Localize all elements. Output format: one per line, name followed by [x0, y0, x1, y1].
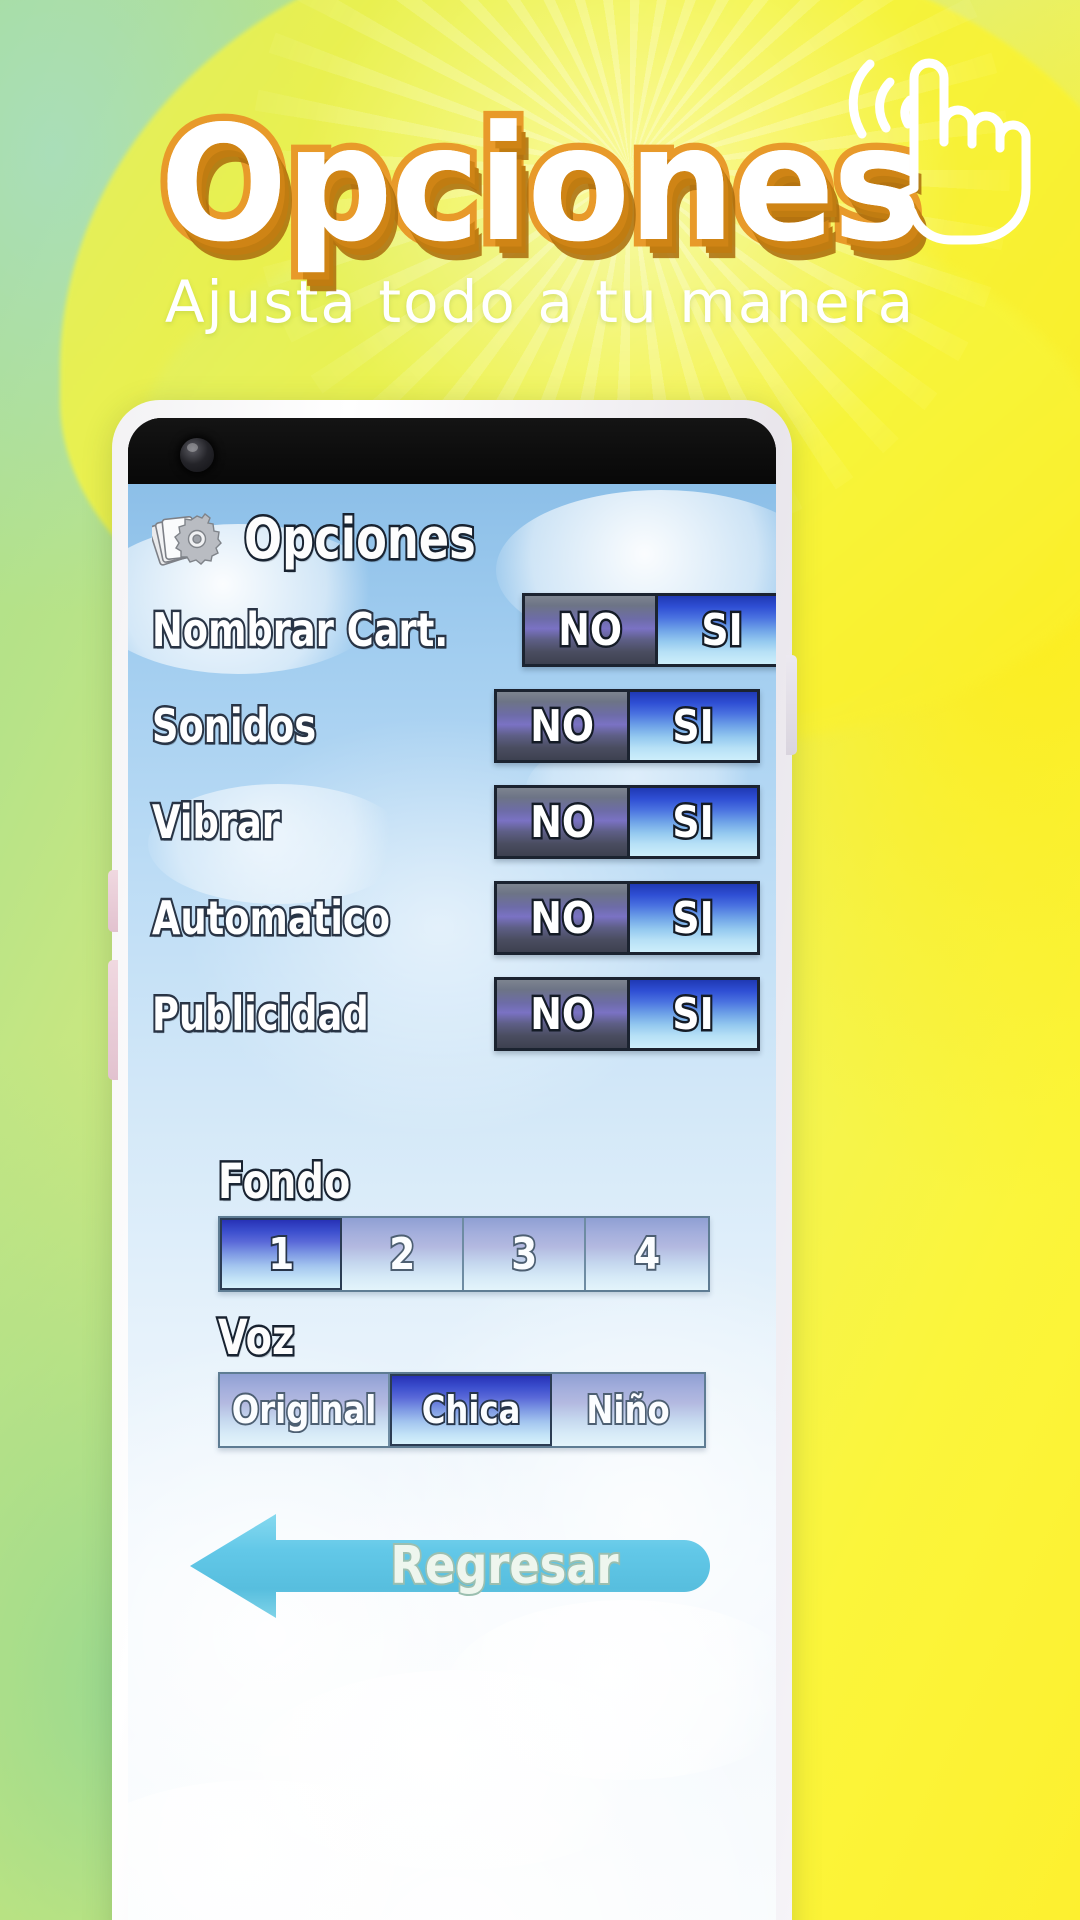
fondo-section: Fondo 1 2 3 4: [144, 1152, 760, 1292]
toggle-si-button[interactable]: SI: [627, 788, 757, 856]
option-row-nombrar-cart: Nombrar Cart. NO SI: [150, 582, 776, 678]
fondo-option-3[interactable]: 3: [464, 1218, 586, 1290]
fondo-option-1[interactable]: 1: [220, 1218, 342, 1290]
app-title: Opciones: [242, 504, 478, 574]
toggle-no-button[interactable]: NO: [525, 596, 656, 664]
option-row-publicidad: Publicidad NO SI: [150, 966, 760, 1062]
options-list: Nombrar Cart. NO SI Sonidos NO SI Vibrar…: [144, 578, 776, 1062]
phone-mockup: Opciones Nombrar Cart. NO SI Sonidos NO …: [108, 400, 797, 1920]
toggle-vibrar[interactable]: NO SI: [494, 785, 760, 859]
app-header: Opciones: [144, 484, 760, 578]
voz-option-chica[interactable]: Chica: [390, 1374, 552, 1446]
fondo-option-4[interactable]: 4: [586, 1218, 708, 1290]
phone-side-button-right: [786, 655, 797, 755]
option-row-sonidos: Sonidos NO SI: [150, 678, 760, 774]
app-viewport: Opciones Nombrar Cart. NO SI Sonidos NO …: [128, 484, 776, 1920]
back-button[interactable]: Regresar: [184, 1510, 744, 1622]
toggle-si-button[interactable]: SI: [627, 884, 757, 952]
option-label: Automatico: [150, 889, 392, 948]
option-label: Publicidad: [150, 985, 371, 1044]
toggle-no-button[interactable]: NO: [497, 788, 627, 856]
fondo-section-title: Fondo: [216, 1152, 352, 1213]
fondo-options: 1 2 3 4: [218, 1216, 710, 1292]
toggle-publicidad[interactable]: NO SI: [494, 977, 760, 1051]
voz-section-title: Voz: [216, 1308, 296, 1369]
cloud-decoration: [446, 1600, 776, 1780]
arrow-left-icon: [190, 1514, 710, 1618]
option-label: Nombrar Cart.: [150, 601, 450, 660]
toggle-si-button[interactable]: SI: [627, 980, 757, 1048]
toggle-no-button[interactable]: NO: [497, 980, 627, 1048]
toggle-no-button[interactable]: NO: [497, 884, 627, 952]
back-button-wrap: Regresar: [144, 1510, 760, 1622]
phone-screen: Opciones Nombrar Cart. NO SI Sonidos NO …: [128, 418, 776, 1920]
option-row-automatico: Automatico NO SI: [150, 870, 760, 966]
phone-status-bar: [128, 418, 776, 484]
toggle-automatico[interactable]: NO SI: [494, 881, 760, 955]
voz-option-nino[interactable]: Niño: [552, 1374, 704, 1446]
option-label: Sonidos: [150, 697, 318, 756]
toggle-no-button[interactable]: NO: [497, 692, 627, 760]
voz-options: Original Chica Niño: [218, 1372, 706, 1448]
option-row-vibrar: Vibrar NO SI: [150, 774, 760, 870]
toggle-si-button[interactable]: SI: [627, 692, 757, 760]
option-label: Vibrar: [150, 793, 282, 852]
cloud-decoration: [248, 1670, 668, 1870]
tap-hand-icon: [818, 38, 1038, 248]
toggle-sonidos[interactable]: NO SI: [494, 689, 760, 763]
voz-section: Voz Original Chica Niño: [144, 1308, 760, 1448]
phone-side-button-bottom: [108, 960, 118, 1080]
promo-subtitle: Ajusta todo a tu manera: [164, 268, 916, 336]
phone-camera-icon: [180, 438, 214, 472]
toggle-nombrar-cart[interactable]: NO SI: [522, 593, 776, 667]
phone-side-button-top: [108, 870, 118, 932]
fondo-option-2[interactable]: 2: [342, 1218, 464, 1290]
toggle-si-button[interactable]: SI: [655, 596, 776, 664]
cards-gear-icon: [148, 506, 230, 572]
voz-option-original[interactable]: Original: [220, 1374, 390, 1446]
cloud-decoration: [128, 1780, 448, 1920]
